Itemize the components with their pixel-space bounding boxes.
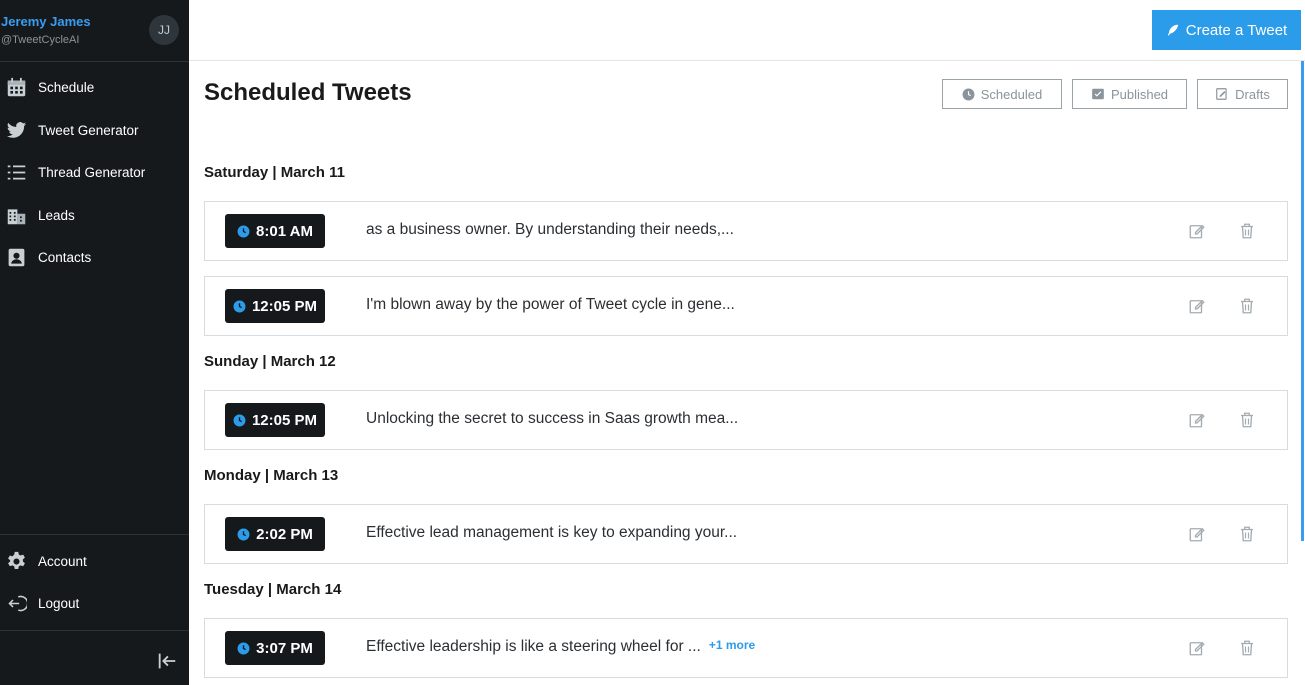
sidebar-item-contacts[interactable]: Contacts — [0, 240, 189, 274]
sidebar-divider — [0, 534, 189, 535]
clock-icon — [233, 414, 246, 426]
time-badge: 3:07 PM — [225, 631, 325, 665]
create-tweet-button[interactable]: Create a Tweet — [1152, 10, 1301, 50]
tweet-text-row: Effective leadership is like a steering … — [366, 638, 755, 656]
filter-scheduled-button[interactable]: Scheduled — [942, 79, 1062, 109]
tweet-text: as a business owner. By understanding th… — [366, 221, 734, 238]
tweet-text: I'm blown away by the power of Tweet cyc… — [366, 296, 735, 313]
more-link[interactable]: +1 more — [709, 638, 755, 652]
time-badge: 12:05 PM — [225, 289, 325, 323]
filter-published-button[interactable]: Published — [1072, 79, 1187, 109]
sidebar-item-tweet-generator[interactable]: Tweet Generator — [0, 113, 189, 147]
draft-icon — [1216, 88, 1227, 100]
time-label: 12:05 PM — [251, 297, 318, 315]
app-root: Jeremy James @TweetCycleAI JJ Schedule T… — [0, 0, 1305, 685]
sidebar-item-label: Schedule — [38, 79, 95, 95]
filter-label: Scheduled — [980, 86, 1043, 102]
sidebar-item-schedule[interactable]: Schedule — [0, 70, 189, 104]
sidebar-item-label: Contacts — [38, 249, 92, 265]
tweet-card[interactable]: 2:02 PM Effective lead management is key… — [204, 504, 1288, 564]
edit-icon[interactable] — [1188, 222, 1206, 240]
building-icon — [7, 209, 26, 225]
filter-label: Published — [1110, 86, 1169, 102]
sidebar-divider — [0, 630, 189, 631]
trash-icon[interactable] — [1238, 222, 1256, 240]
filter-label: Drafts — [1235, 86, 1270, 102]
time-badge: 2:02 PM — [225, 517, 325, 551]
user-handle: @TweetCycleAI — [1, 34, 80, 46]
collapse-sidebar-icon[interactable] — [156, 650, 178, 672]
avatar[interactable]: JJ — [149, 15, 179, 45]
day-heading: Tuesday | March 14 — [204, 581, 342, 598]
sidebar-item-label: Logout — [38, 595, 80, 611]
day-heading: Sunday | March 12 — [204, 353, 336, 370]
trash-icon[interactable] — [1238, 639, 1256, 657]
sidebar-item-thread-generator[interactable]: Thread Generator — [0, 155, 189, 189]
time-badge: 12:05 PM — [225, 403, 325, 437]
clock-icon — [233, 300, 246, 312]
top-bar: Create a Tweet — [189, 0, 1305, 61]
sidebar-item-account[interactable]: Account — [0, 544, 189, 578]
trash-icon[interactable] — [1238, 297, 1256, 315]
sidebar-item-label: Tweet Generator — [38, 122, 139, 138]
tweet-card[interactable]: 8:01 AM as a business owner. By understa… — [204, 201, 1288, 261]
sidebar-item-leads[interactable]: Leads — [0, 198, 189, 232]
day-heading: Monday | March 13 — [204, 467, 339, 484]
tweet-text: Effective lead management is key to expa… — [366, 524, 738, 541]
tweet-card[interactable]: 12:05 PM I'm blown away by the power of … — [204, 276, 1288, 336]
gear-icon — [8, 551, 25, 570]
list-icon — [7, 165, 26, 180]
tweet-card[interactable]: 3:07 PM Effective leadership is like a s… — [204, 618, 1288, 678]
sidebar-item-label: Leads — [38, 207, 75, 223]
edit-icon[interactable] — [1188, 411, 1206, 429]
sidebar-item-logout[interactable]: Logout — [0, 586, 189, 620]
feather-icon — [1167, 24, 1179, 36]
user-name: Jeremy James — [1, 14, 91, 29]
time-label: 8:01 AM — [256, 222, 313, 240]
published-icon — [1092, 88, 1104, 100]
user-profile[interactable]: Jeremy James @TweetCycleAI JJ — [0, 0, 189, 62]
filter-drafts-button[interactable]: Drafts — [1197, 79, 1288, 109]
trash-icon[interactable] — [1238, 411, 1256, 429]
main-content: Scheduled Tweets Scheduled Published Dra… — [189, 61, 1305, 685]
create-tweet-label: Create a Tweet — [1185, 21, 1288, 39]
page-title: Scheduled Tweets — [204, 79, 412, 106]
trash-icon[interactable] — [1238, 525, 1256, 543]
time-badge: 8:01 AM — [225, 214, 325, 248]
clock-icon — [237, 642, 250, 654]
time-label: 2:02 PM — [256, 525, 313, 543]
scrollbar[interactable] — [1301, 61, 1304, 541]
sidebar: Jeremy James @TweetCycleAI JJ Schedule T… — [0, 0, 189, 685]
sidebar-item-label: Thread Generator — [38, 164, 146, 180]
clock-icon — [237, 225, 250, 237]
time-label: 3:07 PM — [256, 639, 313, 657]
clock-icon — [962, 88, 975, 100]
calendar-icon — [7, 77, 26, 97]
sidebar-item-label: Account — [38, 553, 87, 569]
tweet-card[interactable]: 12:05 PM Unlocking the secret to success… — [204, 390, 1288, 450]
clock-icon — [237, 528, 250, 540]
day-heading: Saturday | March 11 — [204, 164, 345, 181]
contact-card-icon — [8, 248, 25, 267]
time-label: 12:05 PM — [251, 411, 318, 429]
edit-icon[interactable] — [1188, 297, 1206, 315]
twitter-bird-icon — [6, 122, 27, 138]
edit-icon[interactable] — [1188, 639, 1206, 657]
tweet-text: Effective leadership is like a steering … — [366, 638, 701, 655]
tweet-text: Unlocking the secret to success in Saas … — [366, 410, 739, 427]
logout-icon — [8, 595, 27, 612]
edit-icon[interactable] — [1188, 525, 1206, 543]
